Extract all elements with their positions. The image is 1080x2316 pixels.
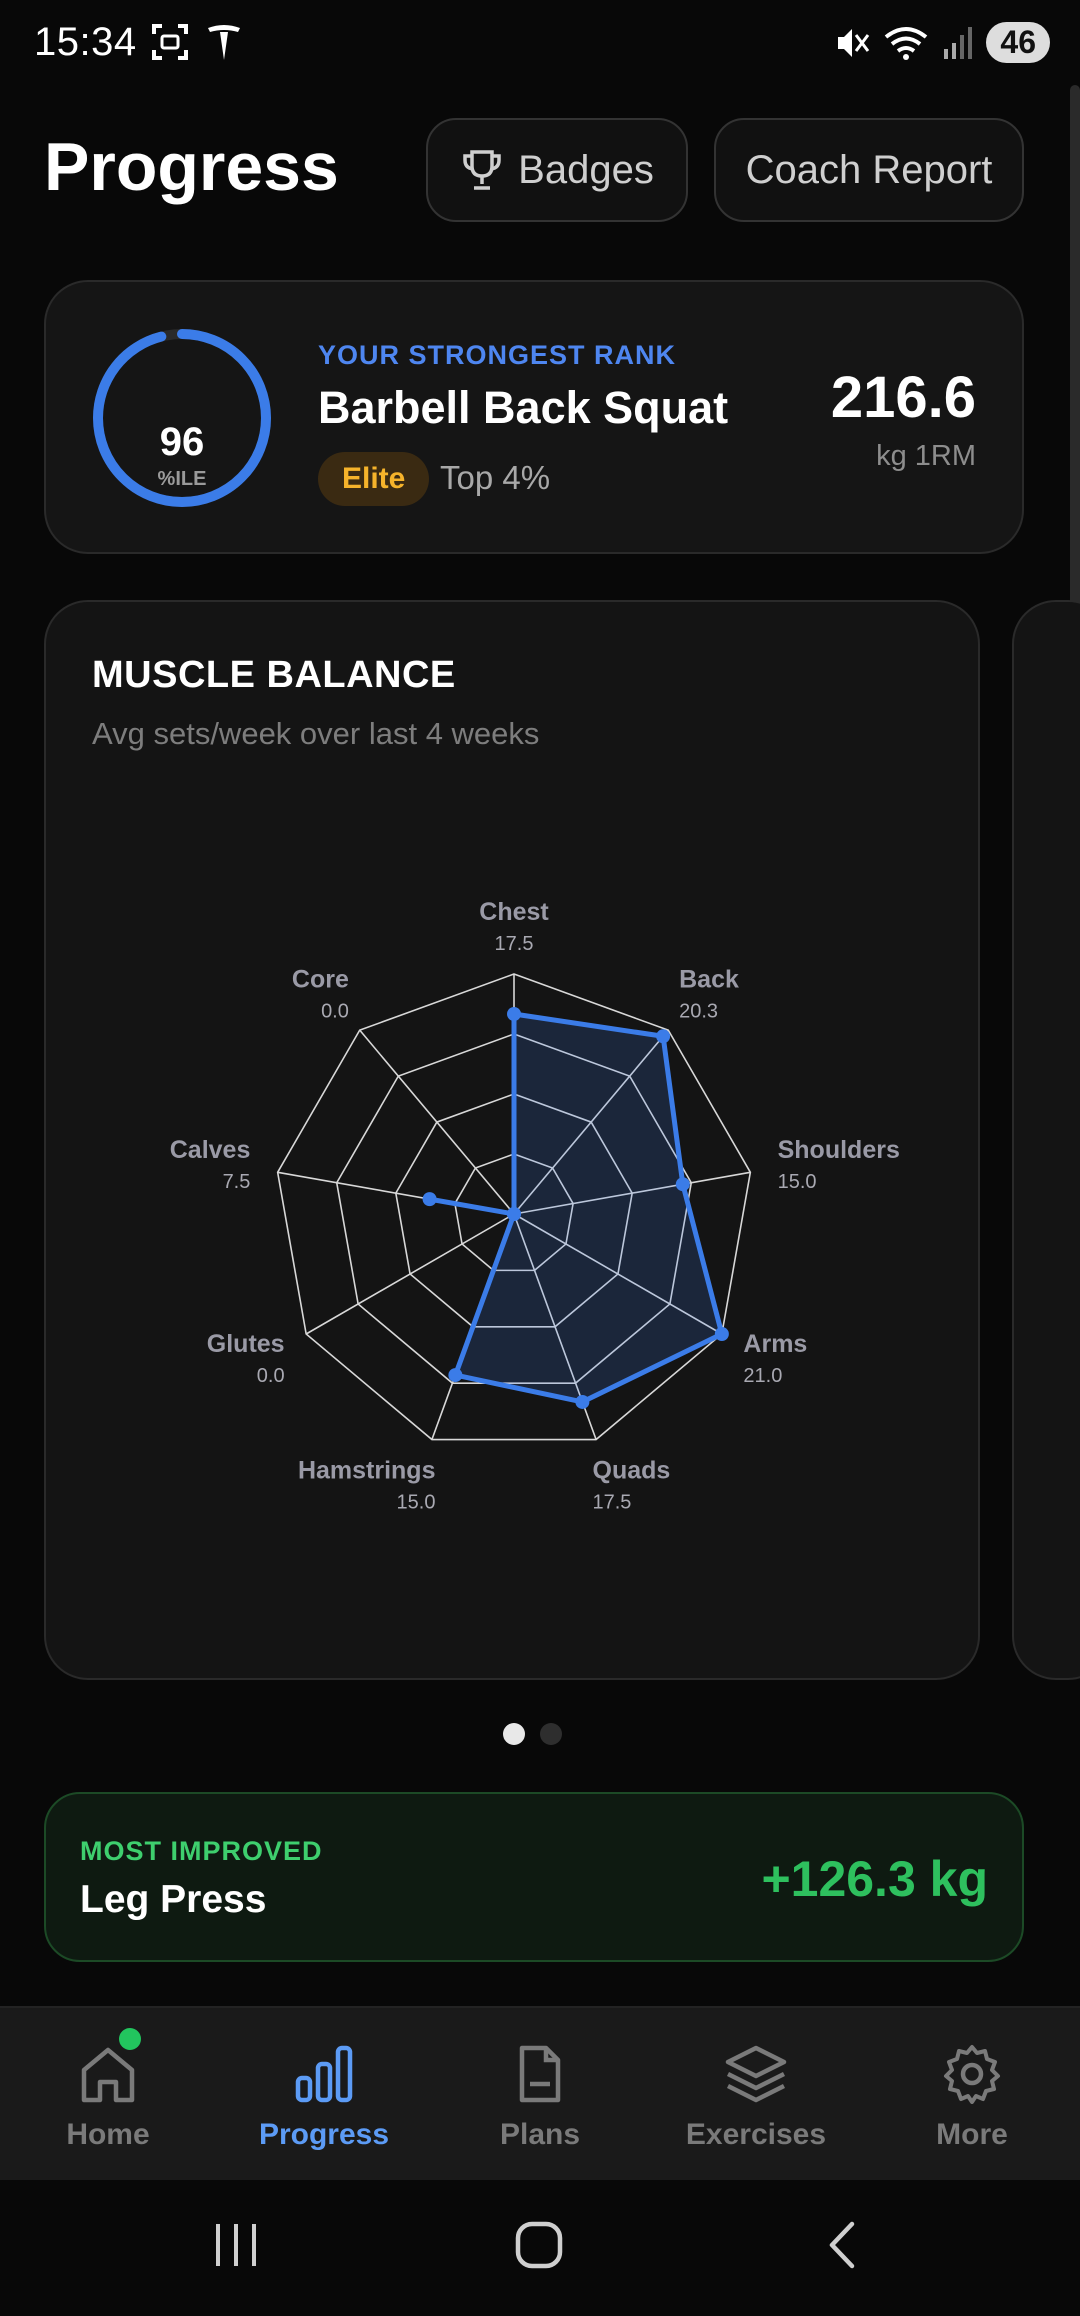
strongest-rank-card[interactable]: 96 %ILE YOUR STRONGEST RANK Barbell Back… — [44, 280, 1024, 554]
nav-exercises-label: Exercises — [685, 2118, 827, 2151]
radar-value-label: 17.5 — [593, 1492, 632, 1514]
most-improved-card[interactable]: MOST IMPROVED Leg Press +126.3 kg — [44, 1792, 1024, 1962]
status-time: 15:34 — [34, 20, 137, 64]
radar-value-label: 15.0 — [778, 1171, 817, 1193]
radar-data-point — [422, 1192, 437, 1207]
radar-value-label: 0.0 — [321, 1000, 349, 1022]
radar-data-point — [714, 1327, 729, 1341]
screenshot-icon — [152, 24, 188, 60]
radar-data-point — [448, 1368, 463, 1383]
system-nav-bar — [0, 2180, 1080, 2316]
radar-value-label: 15.0 — [397, 1492, 436, 1514]
battery-indicator: 46 — [986, 22, 1050, 63]
nav-plans[interactable]: Plans — [432, 2008, 648, 2182]
signal-icon — [944, 26, 973, 59]
radar-value-label: 17.5 — [495, 933, 534, 955]
radar-data-point — [507, 1207, 521, 1221]
radar-spoke — [359, 1029, 515, 1215]
rank-label: YOUR STRONGEST RANK — [318, 340, 677, 370]
nav-plans-label: Plans — [499, 2118, 581, 2151]
nav-progress-label: Progress — [258, 2118, 390, 2151]
percentile-gauge: 96 %ILE — [92, 328, 272, 508]
back-icon[interactable] — [822, 2220, 862, 2270]
nav-exercises[interactable]: Exercises — [648, 2008, 864, 2182]
most-improved-label: MOST IMPROVED — [80, 1836, 323, 1866]
percentile-value: 96 — [159, 420, 205, 464]
radar-category-label: Shoulders — [778, 1136, 900, 1164]
radar-category-label: Hamstrings — [298, 1457, 436, 1485]
radar-category-label: Calves — [170, 1136, 251, 1164]
notification-dot — [119, 2028, 141, 2050]
radar-category-label: Glutes — [207, 1330, 285, 1358]
nav-home[interactable]: Home — [0, 2008, 216, 2182]
radar-value-label: 7.5 — [223, 1171, 251, 1193]
layers-icon — [725, 2045, 787, 2103]
gear-icon — [944, 2045, 1000, 2104]
bottom-nav: Home Progress Plans Exercises More — [0, 2006, 1080, 2182]
badges-label: Badges — [518, 147, 654, 192]
nav-more-label: More — [936, 2118, 1008, 2151]
coach-report-label: Coach Report — [745, 147, 993, 192]
bar-chart-icon — [295, 2045, 353, 2103]
scrollbar[interactable] — [1070, 85, 1080, 665]
home-system-icon[interactable] — [514, 2220, 564, 2270]
home-icon — [81, 2047, 135, 2103]
wifi-icon — [885, 26, 928, 60]
document-icon — [519, 2045, 561, 2103]
nav-home-label: Home — [66, 2118, 150, 2151]
mute-icon — [838, 28, 870, 57]
one-rm-value: 216.6 — [830, 365, 976, 430]
radar-category-label: Back — [679, 965, 739, 993]
most-improved-value: +126.3 kg — [761, 1851, 988, 1907]
radar-value-label: 21.0 — [743, 1365, 782, 1387]
radar-category-label: Chest — [479, 898, 549, 926]
recent-apps-icon[interactable] — [212, 2220, 260, 2270]
radar-category-label: Quads — [593, 1457, 671, 1485]
next-carousel-card[interactable] — [1012, 600, 1080, 1680]
muscle-balance-radar-chart: Chest 17.5 Back 20.3 Shoulders 15.0 Arms 21.0 Qu… — [170, 898, 900, 1514]
coach-report-button[interactable]: Coach Report — [714, 118, 1024, 222]
trophy-icon — [463, 150, 501, 190]
nav-more[interactable]: More — [864, 2008, 1080, 2182]
badges-button[interactable]: Badges — [426, 118, 688, 222]
most-improved-exercise: Leg Press — [80, 1878, 267, 1921]
percentile-unit: %ILE — [157, 468, 207, 490]
pager-dot-active[interactable] — [503, 1723, 525, 1745]
radar-data-point — [507, 1007, 521, 1021]
radar-data-point — [575, 1394, 590, 1409]
one-rm-unit: kg 1RM — [876, 440, 976, 472]
muscle-balance-card[interactable]: MUSCLE BALANCE Avg sets/week over last 4… — [44, 600, 980, 1680]
pager-dot[interactable] — [540, 1723, 562, 1745]
radar-category-label: Arms — [743, 1330, 807, 1358]
top-percent: Top 4% — [440, 459, 551, 496]
radar-value-label: 20.3 — [679, 1000, 718, 1022]
tesla-icon — [208, 25, 240, 60]
rank-exercise: Barbell Back Squat — [318, 382, 729, 433]
radar-series-area — [427, 1011, 725, 1405]
radar-data-point — [656, 1029, 671, 1044]
tier-badge: Elite — [318, 452, 430, 506]
radar-data-point — [675, 1177, 690, 1192]
nav-progress[interactable]: Progress — [216, 2008, 432, 2182]
radar-category-label: Core — [292, 965, 349, 993]
radar-value-label: 0.0 — [257, 1365, 285, 1387]
page-title: Progress — [44, 129, 339, 205]
